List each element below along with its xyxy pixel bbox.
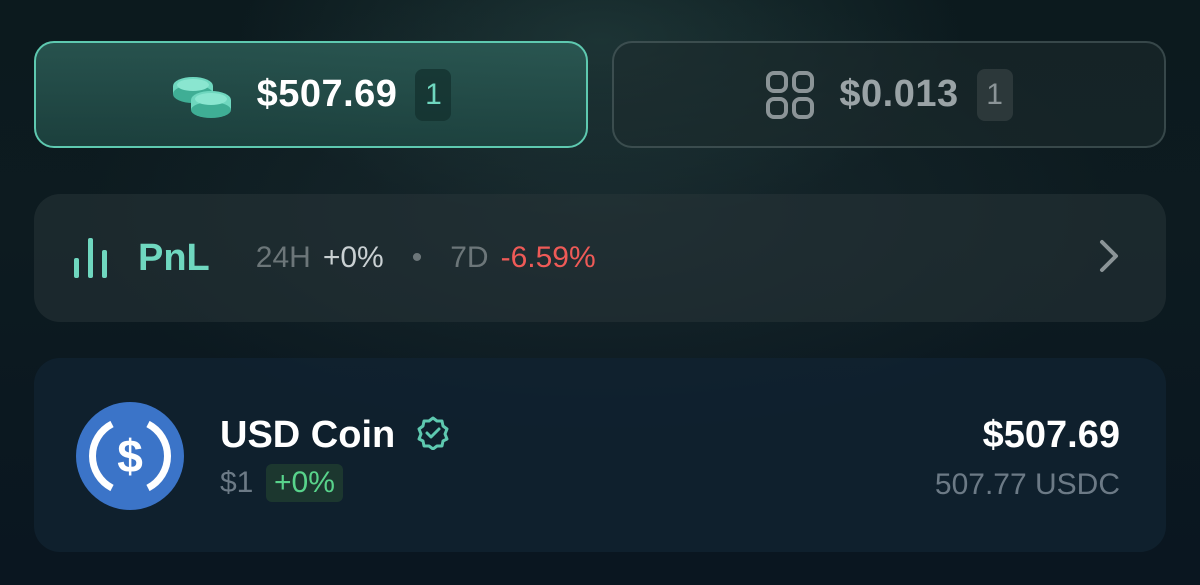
pnl-separator: •: [411, 241, 423, 274]
coins-icon: [171, 72, 233, 118]
token-change-badge: +0%: [266, 464, 343, 502]
tab-tokens[interactable]: $507.69 1: [34, 41, 588, 148]
pnl-period-24h: 24H: [255, 241, 311, 274]
token-value: $507.69: [982, 414, 1120, 456]
token-row-usdc[interactable]: $ USD Coin $1 +0% $507.69 507.77 USDC: [34, 358, 1166, 552]
grid-icon: [765, 70, 815, 120]
token-name: USD Coin: [220, 414, 396, 456]
pnl-period-7d: 7D: [450, 241, 489, 274]
usdc-logo-icon: $: [76, 402, 184, 510]
chevron-right-icon[interactable]: [1098, 238, 1120, 279]
collectibles-count-badge: 1: [976, 68, 1013, 121]
token-price: $1: [220, 466, 254, 499]
verified-badge-icon: [416, 416, 450, 455]
tab-collectibles[interactable]: $0.013 1: [612, 41, 1166, 148]
svg-text:$: $: [117, 430, 143, 482]
pnl-card[interactable]: PnL 24H +0% • 7D -6.59%: [34, 194, 1166, 322]
collectibles-balance: $0.013: [839, 73, 959, 115]
bar-chart-icon: [74, 238, 108, 278]
tokens-count-badge: 1: [415, 68, 452, 121]
pnl-label: PnL: [138, 236, 210, 279]
pnl-value-24h: +0%: [322, 241, 384, 274]
tokens-balance: $507.69: [256, 73, 398, 115]
pnl-value-7d: -6.59%: [500, 241, 596, 274]
token-amount: 507.77 USDC: [934, 468, 1120, 501]
